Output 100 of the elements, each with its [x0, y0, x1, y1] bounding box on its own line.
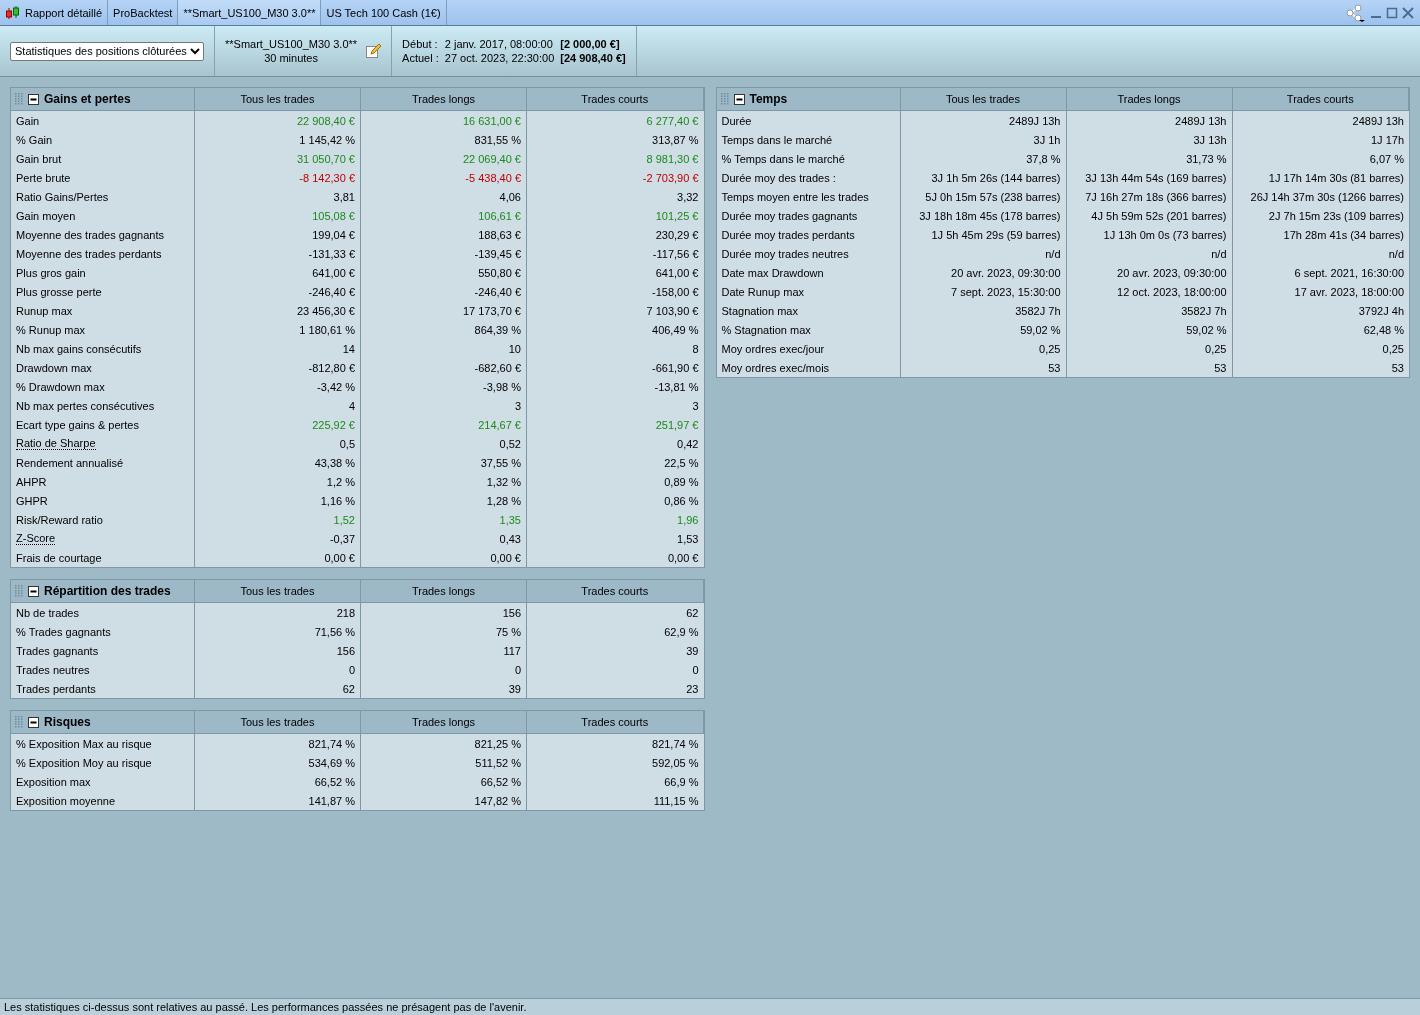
window-tab[interactable]: Rapport détaillé [0, 0, 109, 25]
row-label: Ecart type gains & pertes [16, 418, 139, 431]
table-cell: 2489J 13h [1175, 114, 1227, 127]
table-cell: 550,80 € [478, 266, 521, 279]
table-cell: 3 [514, 399, 521, 412]
table-cell: 53 [1214, 361, 1227, 374]
help-term-link[interactable]: Ratio de Sharpe [16, 437, 96, 450]
drag-grip-icon[interactable] [720, 93, 729, 105]
table-cell: 53 [1048, 361, 1061, 374]
table-cell: 251,97 € [655, 418, 699, 431]
table-cell: 1,35 [499, 513, 521, 526]
row-label: Risk/Reward ratio [16, 513, 103, 526]
table-cell: 3J 18h 18m 45s (178 barres) [919, 209, 1061, 222]
table-cell: 17 avr. 2023, 18:00:00 [1294, 285, 1404, 298]
table-cell: 831,55 % [474, 133, 521, 146]
start-label: Début : [402, 38, 439, 50]
strategy-name: **Smart_US100_M30 3.0** [225, 38, 358, 50]
table-cell: 71,56 % [314, 625, 355, 638]
table-cell: 1,52 [333, 513, 355, 526]
collapse-button[interactable] [28, 585, 39, 597]
table-cell: 156 [336, 644, 355, 657]
panel-title: Gains et pertes [44, 92, 131, 106]
row-label: Moyenne des trades perdants [16, 247, 162, 260]
table-cell: 406,49 % [652, 323, 699, 336]
table-cell: 62,9 % [664, 625, 699, 638]
table-cell: 12 oct. 2023, 18:00:00 [1117, 285, 1227, 298]
table-cell: 8 981,30 € [646, 152, 699, 165]
table-cell: 641,00 € [312, 266, 355, 279]
view-dropdown[interactable]: Statistiques des positions clôturées [10, 41, 204, 61]
collapse-button[interactable] [28, 93, 39, 105]
table-cell: 0 [514, 663, 521, 676]
row-label: Date Runup max [721, 285, 805, 298]
drag-grip-icon[interactable] [15, 585, 23, 597]
maximize-icon[interactable] [1386, 6, 1398, 19]
row-label: Gain [16, 114, 40, 127]
row-label: Plus grosse perte [16, 285, 102, 298]
row-label: Durée moy trades gagnants [721, 209, 858, 222]
table-cell: -5 438,40 € [465, 171, 521, 184]
row-label: Durée moy trades neutres [721, 247, 849, 260]
row-label: Ratio Gains/Pertes [16, 190, 109, 203]
table-cell: 23 456,30 € [296, 304, 355, 317]
column-header: Tous les trades [240, 716, 315, 728]
table-cell: 218 [336, 606, 355, 619]
column-header: Trades courts [581, 716, 649, 728]
table-cell: -158,00 € [652, 285, 699, 298]
row-label: Rendement annualisé [16, 456, 124, 469]
pencil-icon[interactable] [365, 43, 382, 59]
collapse-button[interactable] [733, 93, 745, 105]
table-cell: 1,28 % [486, 494, 521, 507]
table-cell: 0 [348, 663, 355, 676]
share-icon[interactable] [1346, 3, 1366, 22]
window-tab[interactable]: US Tech 100 Cash (1€) [321, 0, 447, 25]
row-label: Perte brute [16, 171, 71, 184]
table-cell: 230,29 € [655, 228, 699, 241]
row-label: % Exposition Moy au risque [16, 756, 152, 769]
table-cell: n/d [1388, 247, 1404, 260]
table-cell: 117 [503, 644, 521, 657]
table-cell: 59,02 % [1020, 323, 1061, 336]
table-cell: -246,40 € [474, 285, 521, 298]
table-cell: -682,60 € [474, 361, 521, 374]
column-header: Trades longs [1117, 93, 1181, 105]
table-cell: 1,32 % [486, 475, 521, 488]
table-cell: 641,00 € [655, 266, 699, 279]
table-cell: 62,48 % [1363, 323, 1404, 336]
table-cell: 3J 1h [1033, 133, 1061, 146]
table-cell: 23 [686, 682, 699, 695]
window-tab[interactable]: **Smart_US100_M30 3.0** [178, 0, 322, 25]
table-cell: 16 631,00 € [462, 114, 521, 127]
close-icon[interactable] [1402, 6, 1414, 19]
collapse-button[interactable] [28, 716, 39, 728]
disclaimer-text: Les statistiques ci-dessus sont relatives au passé. Les performances passées ne présagent pas de l'avenir. [4, 1001, 527, 1013]
table-cell: 1,16 % [320, 494, 355, 507]
table-cell: 5J 0h 15m 57s (238 barres) [925, 190, 1061, 203]
column-header: Trades courts [581, 93, 649, 105]
row-label: Trades neutres [16, 663, 90, 676]
table-cell: 31 050,70 € [296, 152, 355, 165]
drag-grip-icon[interactable] [15, 716, 23, 728]
table-cell: 3582J 7h [1015, 304, 1061, 317]
table-cell: 821,74 % [652, 737, 699, 750]
row-label: Gain brut [16, 152, 62, 165]
table-cell: -139,45 € [474, 247, 521, 260]
table-cell: 3J 13h 44m 54s (169 barres) [1085, 171, 1227, 184]
candlestick-icon [5, 5, 21, 20]
table-cell: 17h 28m 41s (34 barres) [1283, 228, 1404, 241]
table-cell: 22 069,40 € [462, 152, 521, 165]
table-cell: 511,52 % [475, 756, 521, 769]
table-cell: 62 [342, 682, 355, 695]
drag-grip-icon[interactable] [15, 93, 23, 105]
table-cell: 7J 16h 27m 18s (366 barres) [1085, 190, 1227, 203]
table-cell: 59,02 % [1186, 323, 1227, 336]
table-cell: 188,63 € [478, 228, 521, 241]
row-label: % Trades gagnants [16, 625, 111, 638]
row-label: Durée moy trades perdants [721, 228, 855, 241]
row-label: GHPR [16, 494, 48, 507]
table-cell: 147,82 % [474, 794, 521, 807]
row-label: Frais de courtage [16, 551, 102, 564]
help-term-link[interactable]: Z-Score [16, 532, 56, 545]
table-cell: 1,53 [677, 532, 699, 545]
table-cell: 37,55 % [480, 456, 521, 469]
table-cell: 8 [692, 342, 699, 355]
